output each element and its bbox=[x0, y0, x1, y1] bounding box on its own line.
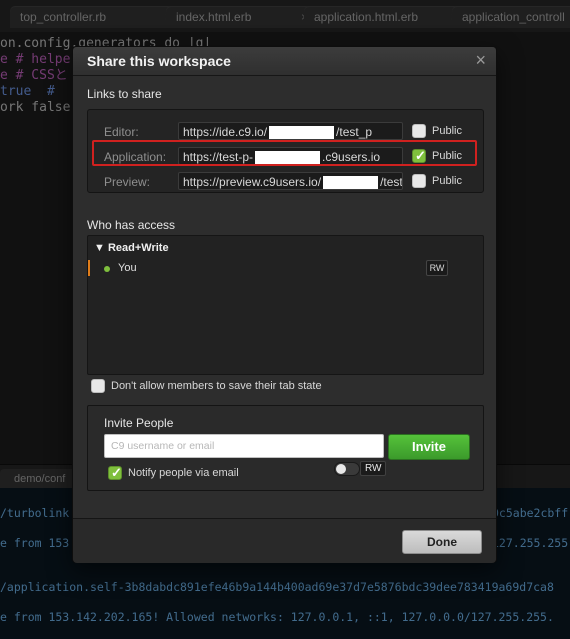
permission-rw-label: RW bbox=[360, 461, 387, 476]
modal-header: Share this workspace × bbox=[73, 47, 496, 76]
notify-email-label: Notify people via email bbox=[128, 467, 239, 479]
url-prefix: https://ide.c9.io/ bbox=[183, 125, 268, 139]
online-status-icon bbox=[104, 266, 110, 272]
editor-url-field[interactable]: https://ide.c9.io/ /test_p bbox=[178, 122, 403, 140]
redacted-block bbox=[323, 176, 379, 189]
member-name: You bbox=[118, 262, 137, 274]
preview-public-label: Public bbox=[432, 175, 462, 187]
invite-button[interactable]: Invite bbox=[388, 434, 470, 460]
access-role-header[interactable]: ▼ Read+Write bbox=[94, 242, 169, 254]
done-button[interactable]: Done bbox=[402, 530, 482, 554]
invite-people-title: Invite People bbox=[104, 416, 174, 430]
redacted-block bbox=[269, 126, 335, 139]
application-row-highlight bbox=[92, 140, 477, 166]
links-panel: Editor: https://ide.c9.io/ /test_p Public… bbox=[87, 109, 484, 193]
access-panel: ▼ Read+Write You RW bbox=[87, 235, 484, 375]
editor-label: Editor: bbox=[104, 125, 139, 139]
preview-public-checkbox[interactable] bbox=[412, 174, 426, 188]
who-has-access-title: Who has access bbox=[87, 218, 176, 232]
url-prefix: https://preview.c9users.io/ bbox=[183, 175, 322, 189]
permission-toggle[interactable] bbox=[334, 462, 360, 476]
modal-footer: Done bbox=[73, 518, 496, 563]
preview-label: Preview: bbox=[104, 175, 151, 189]
notify-email-checkbox[interactable] bbox=[108, 465, 122, 481]
editor-public-checkbox[interactable] bbox=[412, 124, 426, 138]
preview-url-field[interactable]: https://preview.c9users.io/ /test bbox=[178, 172, 403, 190]
links-to-share-title: Links to share bbox=[87, 87, 162, 101]
dont-allow-save-checkbox[interactable] bbox=[91, 379, 105, 393]
current-user-indicator bbox=[88, 260, 90, 276]
invite-email-field[interactable]: C9 username or email bbox=[104, 434, 384, 458]
url-suffix: /test bbox=[380, 175, 403, 189]
share-workspace-modal: Share this workspace × Links to share Ed… bbox=[72, 46, 497, 563]
editor-public-label: Public bbox=[432, 125, 462, 137]
modal-title: Share this workspace bbox=[87, 53, 231, 69]
member-permission-badge[interactable]: RW bbox=[426, 260, 448, 276]
dont-allow-save-label: Don't allow members to save their tab st… bbox=[111, 380, 322, 392]
url-suffix: /test_p bbox=[336, 125, 373, 139]
close-icon[interactable]: × bbox=[475, 51, 486, 69]
invite-panel: Invite People C9 username or email Invit… bbox=[87, 405, 484, 491]
